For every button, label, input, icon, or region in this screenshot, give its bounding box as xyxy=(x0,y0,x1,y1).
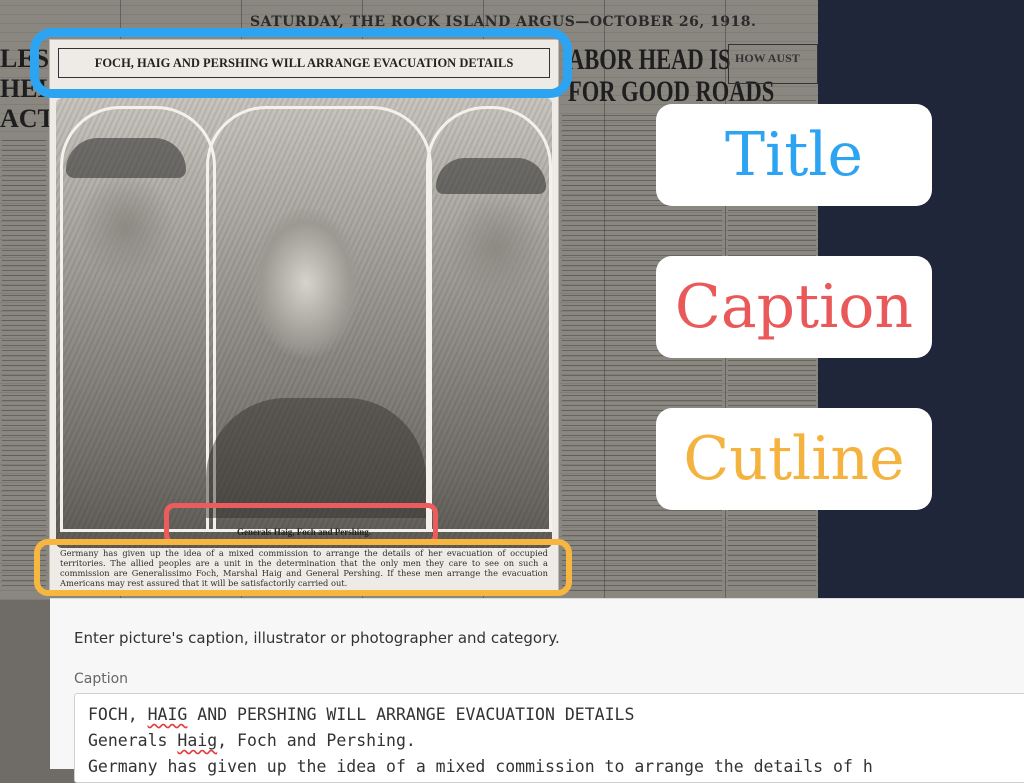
form-instructions: Enter picture's caption, illustrator or … xyxy=(74,629,560,647)
caption-line-1-part: FOCH, xyxy=(88,705,148,724)
center-general-uniform xyxy=(206,398,426,518)
caption-line-1: FOCH, HAIG AND PERSHING WILL ARRANGE EVA… xyxy=(88,705,634,724)
cutline-label-card: Cutline xyxy=(656,408,932,510)
caption-line-2-part: Generals xyxy=(88,731,178,750)
left-column-text xyxy=(2,140,46,590)
caption-label-card: Caption xyxy=(656,256,932,358)
left-general-cap xyxy=(66,138,186,178)
caption-line-2: Generals Haig, Foch and Pershing. xyxy=(88,731,416,750)
right-headline-line-1: ABOR HEAD IS xyxy=(568,43,731,76)
right-general-cap xyxy=(436,158,546,194)
caption-line-2-part: , Foch and Pershing. xyxy=(217,731,416,750)
article-cutline: Germany has given up the idea of a mixed… xyxy=(60,548,548,588)
caption-line-1-part: AND PERSHING WILL ARRANGE EVACUATION DET… xyxy=(187,705,635,724)
newspaper-masthead: SATURDAY, THE ROCK ISLAND ARGUS—OCTOBER … xyxy=(250,14,757,30)
caption-form: Enter picture's caption, illustrator or … xyxy=(50,598,1024,783)
left-column-headline: LES HEL ACT xyxy=(0,44,55,133)
article-caption: Generals Haig, Foch and Pershing. xyxy=(236,527,371,537)
article-headline: FOCH, HAIG AND PERSHING WILL ARRANGE EVA… xyxy=(58,48,550,78)
caption-textarea[interactable]: FOCH, HAIG AND PERSHING WILL ARRANGE EVA… xyxy=(74,693,1024,783)
caption-line-3: Germany has given up the idea of a mixed… xyxy=(88,757,873,776)
article-clipping: FOCH, HAIG AND PERSHING WILL ARRANGE EVA… xyxy=(50,40,558,595)
right-column-headline: ABOR HEAD IS FOR GOOD ROADS xyxy=(568,43,774,108)
generals-photo xyxy=(56,98,552,548)
austria-headline-box: HOW AUST xyxy=(728,44,818,84)
spellcheck-word: Haig xyxy=(177,731,218,750)
spellcheck-word: HAIG xyxy=(147,705,188,724)
title-label-card: Title xyxy=(656,104,932,206)
caption-field-label: Caption xyxy=(74,671,129,687)
